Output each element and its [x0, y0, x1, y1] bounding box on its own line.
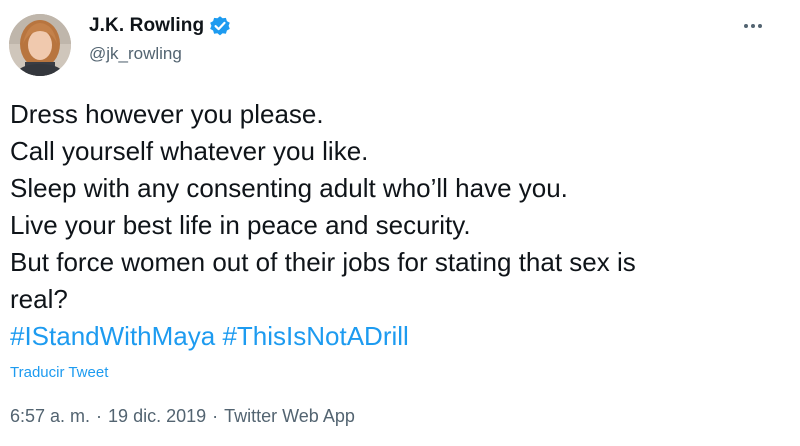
tweet-text: Dress however you please. Call yourself …	[10, 96, 780, 355]
tweet-line: real?	[10, 284, 68, 314]
tweet-line: Live your best life in peace and securit…	[10, 210, 471, 240]
more-options-icon[interactable]	[736, 14, 770, 38]
tweet-line: Dress however you please.	[10, 99, 324, 129]
hashtag-link[interactable]: #IStandWithMaya	[10, 321, 215, 351]
meta-separator: ·	[212, 406, 219, 426]
name-row: J.K. Rowling	[89, 14, 231, 38]
tweet-date[interactable]: 19 dic. 2019	[108, 406, 206, 426]
verified-badge-icon	[209, 15, 231, 37]
tweet-line: Sleep with any consenting adult who’ll h…	[10, 173, 568, 203]
tweet-meta: 6:57 a. m. · 19 dic. 2019 · Twitter Web App	[10, 406, 355, 427]
tweet-card: J.K. Rowling @jk_rowling Dress however y…	[0, 0, 800, 446]
hashtag-link[interactable]: #ThisIsNotADrill	[222, 321, 408, 351]
user-handle[interactable]: @jk_rowling	[89, 44, 182, 64]
meta-separator: ·	[96, 406, 103, 426]
translate-tweet-link[interactable]: Traducir Tweet	[10, 364, 108, 381]
avatar[interactable]	[9, 14, 71, 76]
tweet-time[interactable]: 6:57 a. m.	[10, 406, 90, 426]
tweet-line: But force women out of their jobs for st…	[10, 247, 636, 277]
hashtag-row: #IStandWithMaya #ThisIsNotADrill	[10, 318, 780, 355]
display-name[interactable]: J.K. Rowling	[89, 15, 204, 37]
tweet-source[interactable]: Twitter Web App	[224, 406, 355, 426]
tweet-line: Call yourself whatever you like.	[10, 136, 369, 166]
